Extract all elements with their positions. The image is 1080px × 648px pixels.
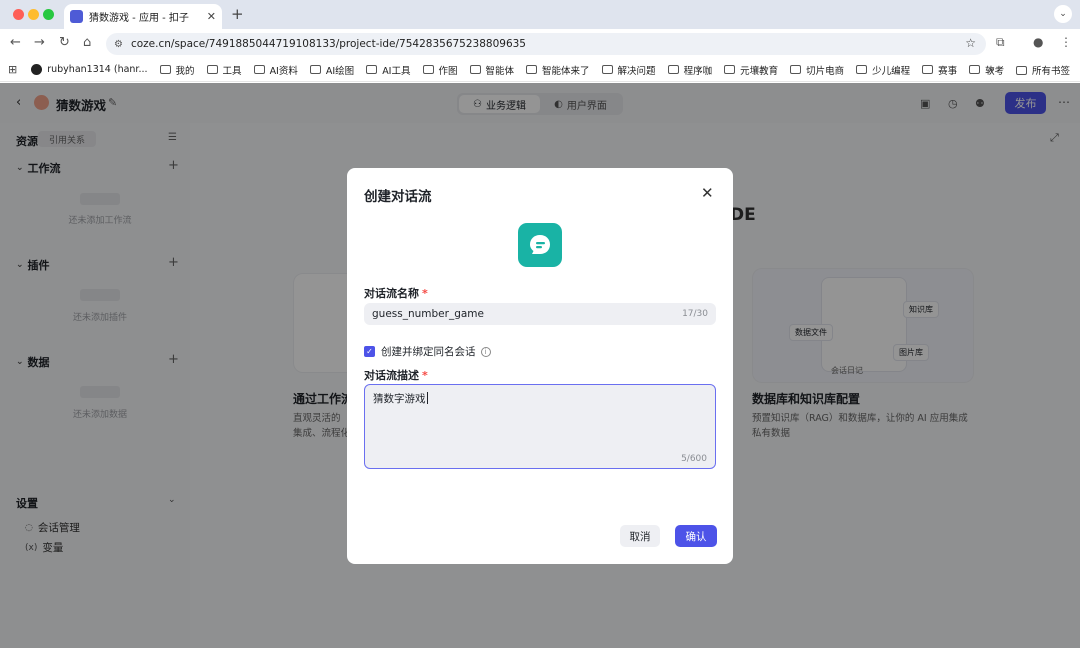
chatflow-name-input[interactable]: guess_number_game 17/30 <box>364 303 716 325</box>
desc-label: 对话流描述 * <box>364 369 428 382</box>
folder-icon <box>601 65 613 74</box>
tab-search-icon[interactable]: ⌄ <box>1054 5 1072 23</box>
folder-icon <box>206 65 218 74</box>
folder-icon <box>366 65 378 74</box>
desc-char-count: 5/600 <box>681 454 707 464</box>
cancel-button[interactable]: 取消 <box>620 525 660 547</box>
required-asterisk: * <box>422 287 428 300</box>
bookmark-folder[interactable]: 作图 <box>422 63 458 77</box>
forward-icon[interactable]: → <box>34 35 45 50</box>
bookmark-folder[interactable]: 元壤教育 <box>724 63 778 77</box>
bookmark-folder[interactable]: 程序咖 <box>667 63 712 77</box>
chat-bubble-icon[interactable] <box>518 223 562 267</box>
folder-icon <box>526 65 538 74</box>
dialog-title: 创建对话流 <box>364 189 432 205</box>
required-asterisk: * <box>422 369 428 382</box>
confirm-button[interactable]: 确认 <box>675 525 717 547</box>
folder-icon <box>159 65 171 74</box>
browser-tab[interactable]: 猜数游戏 - 应用 - 扣子 ✕ <box>64 4 222 29</box>
folder-icon <box>1015 65 1027 75</box>
folder-icon <box>253 65 265 74</box>
bookmark-folder[interactable]: AI资料 <box>253 63 298 77</box>
bookmarks-bar: ⊞ rubyhan1314 (hanr... 我的 工具 AI资料 AI绘图 A… <box>0 58 1080 82</box>
bookmark-folder[interactable]: 智能体 <box>469 63 514 77</box>
minimize-window-button[interactable] <box>28 9 39 20</box>
folder-icon <box>667 65 679 74</box>
folder-icon <box>969 65 981 74</box>
create-chatflow-dialog: 创建对话流 ✕ 对话流名称 * guess_number_game 17/30 ✓… <box>347 168 733 564</box>
close-tab-icon[interactable]: ✕ <box>207 10 216 23</box>
checkbox-label: 创建并绑定同名会话 <box>381 346 476 358</box>
github-icon <box>31 64 43 75</box>
site-info-icon[interactable]: ⚙ <box>114 39 123 50</box>
checkbox-checked-icon[interactable]: ✓ <box>364 346 375 357</box>
folder-icon <box>922 65 934 74</box>
reload-icon[interactable]: ↻ <box>59 35 70 50</box>
bookmark-folder[interactable]: 我的 <box>159 63 195 77</box>
bookmark-folder[interactable]: 工具 <box>206 63 242 77</box>
text-caret <box>426 392 428 404</box>
bookmark-folder[interactable]: 软考 <box>969 63 1004 77</box>
url-text: coze.cn/space/7491885044719108133/projec… <box>130 38 526 50</box>
folder-icon <box>790 65 802 74</box>
back-icon[interactable]: ← <box>10 35 21 50</box>
home-icon[interactable]: ⌂ <box>83 35 91 50</box>
bookmark-item[interactable]: rubyhan1314 (hanr... <box>31 64 148 75</box>
folder-icon <box>309 65 321 74</box>
bookmark-folder[interactable]: 智能体来了 <box>526 63 590 77</box>
bookmarks-overflow-button[interactable]: » <box>988 63 995 76</box>
folder-icon <box>422 65 434 74</box>
new-tab-icon[interactable]: + <box>231 5 244 23</box>
name-label: 对话流名称 * <box>364 287 428 300</box>
extensions-icon[interactable]: ⧉ <box>996 35 1005 50</box>
folder-icon <box>724 65 736 74</box>
bookmark-folder[interactable]: AI工具 <box>366 63 411 77</box>
tab-title: 猜数游戏 - 应用 - 扣子 <box>89 13 189 24</box>
zoom-window-button[interactable] <box>43 9 54 20</box>
bookmark-folder[interactable]: 解决问题 <box>601 63 656 77</box>
address-bar-row: ← → ↻ ⌂ ⚙ coze.cn/space/7491885044719108… <box>0 29 1080 58</box>
browser-tabstrip: 猜数游戏 - 应用 - 扣子 ✕ + ⌄ <box>0 0 1080 29</box>
browser-menu-icon[interactable]: ⋮ <box>1060 35 1072 49</box>
bookmark-folder[interactable]: 少儿编程 <box>856 63 910 77</box>
all-bookmarks-folder[interactable]: 所有书签 <box>1015 63 1070 77</box>
bookmark-folder[interactable]: AI绘图 <box>309 63 354 77</box>
chatflow-description-textarea[interactable]: 猜数字游戏 5/600 <box>364 384 716 469</box>
name-value: guess_number_game <box>372 308 484 320</box>
chat-bubble-glyph <box>530 235 550 254</box>
info-icon[interactable]: i <box>480 346 491 357</box>
profile-icon[interactable]: ● <box>1033 35 1043 49</box>
folder-icon <box>856 65 868 74</box>
bookmark-folder[interactable]: 切片电商 <box>790 63 844 77</box>
folder-icon <box>469 65 481 74</box>
url-field[interactable]: ⚙ coze.cn/space/7491885044719108133/proj… <box>106 33 986 55</box>
bookmark-star-icon[interactable]: ☆ <box>965 36 976 50</box>
coze-favicon-icon <box>70 10 83 23</box>
bind-session-checkbox-row[interactable]: ✓ 创建并绑定同名会话 i <box>364 344 491 359</box>
name-char-count: 17/30 <box>682 309 708 319</box>
bookmark-folder[interactable]: 赛事 <box>922 63 957 77</box>
close-window-button[interactable] <box>13 9 24 20</box>
close-icon[interactable]: ✕ <box>701 184 714 202</box>
apps-grid-icon[interactable]: ⊞ <box>8 63 17 76</box>
desc-value: 猜数字游戏 <box>373 393 426 405</box>
